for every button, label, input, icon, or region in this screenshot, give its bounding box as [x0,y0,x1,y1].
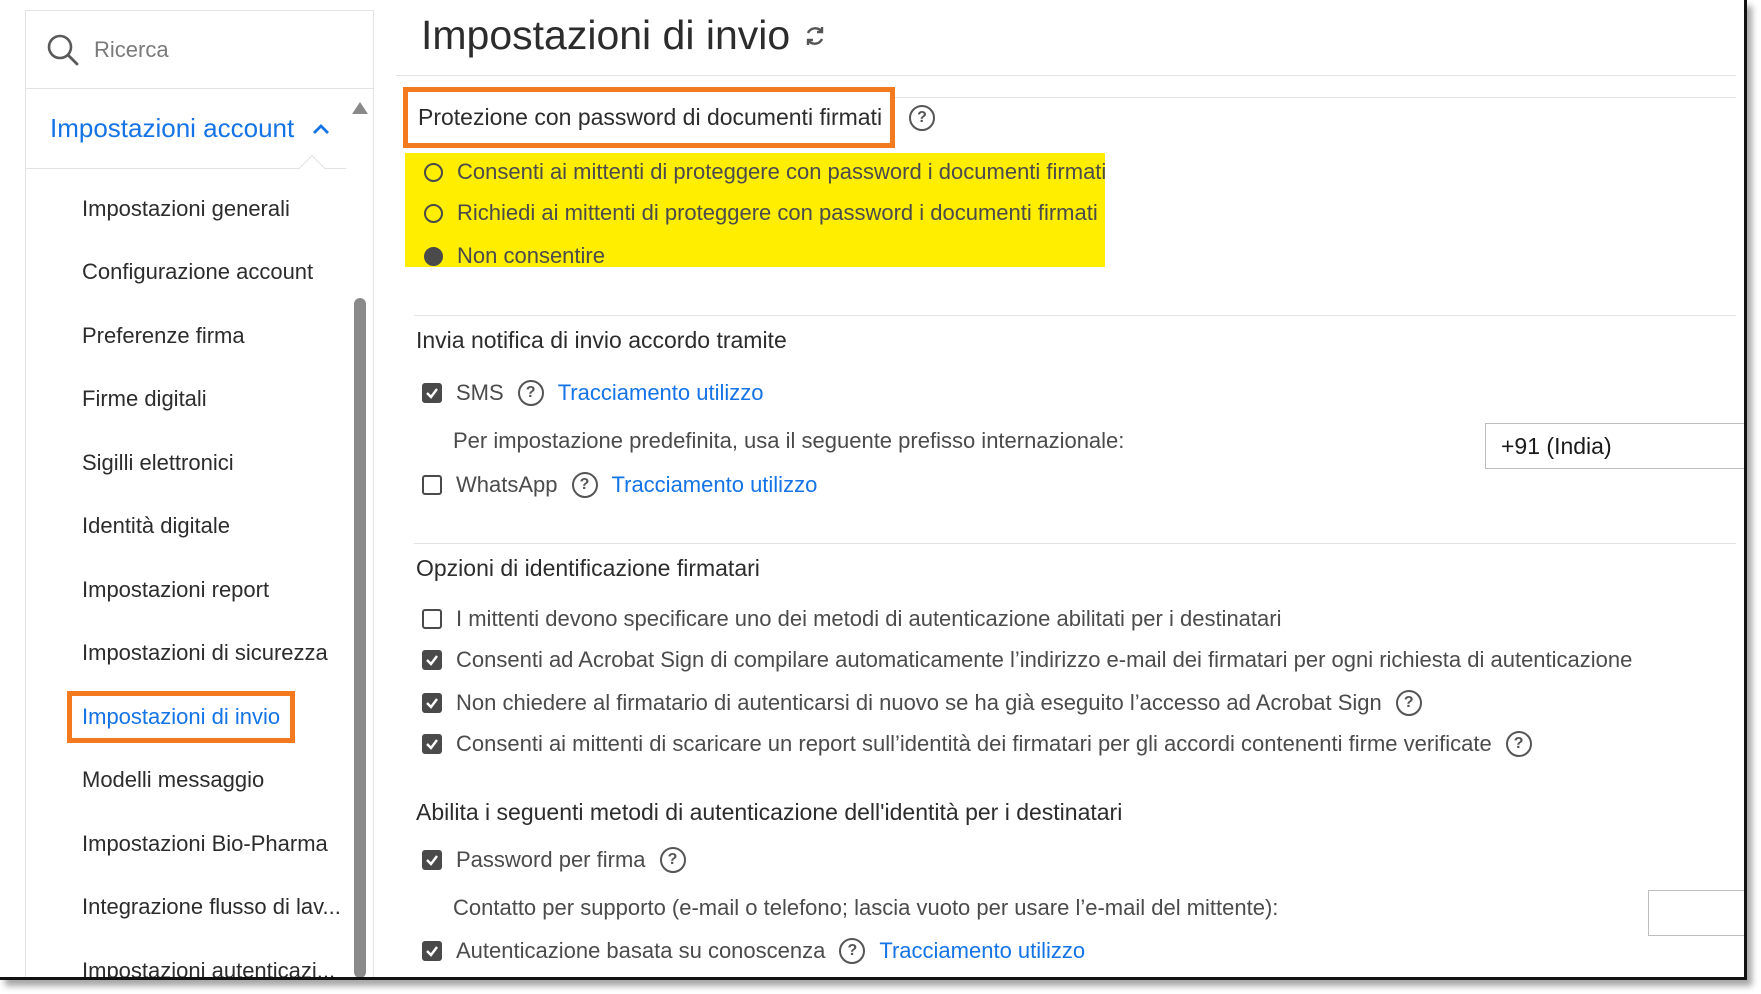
no-reauth-option[interactable]: Non chiedere al firmatario di autenticar… [422,690,1422,716]
auth-methods-heading: Abilita i seguenti metodi di autenticazi… [416,799,1123,825]
password-protection-title: Protezione con password di documenti fir… [403,87,896,148]
checkbox[interactable] [422,734,442,754]
help-icon[interactable]: ? [909,104,936,131]
require-auth-method-option[interactable]: I mittenti devono specificare uno dei me… [422,606,1281,632]
account-settings-header[interactable]: Impostazioni account [26,89,346,184]
checkbox[interactable] [422,850,442,870]
sidebar-item-digital-identity[interactable]: Identità digitale [26,495,373,559]
sidebar-item-account-config[interactable]: Configurazione account [26,241,373,305]
sms-option[interactable]: SMS ? Tracciamento utilizzo [422,380,764,406]
main-content: Impostazioni di invio Protezione con pas… [396,0,1744,977]
whatsapp-checkbox[interactable] [422,475,442,495]
radio-button[interactable] [424,162,443,182]
search-bar[interactable] [26,10,373,89]
search-icon [47,34,79,65]
scroll-up-arrow[interactable] [352,102,368,114]
sidebar-item-bio-pharma[interactable]: Impostazioni Bio-Pharma [26,812,373,876]
help-icon[interactable]: ? [839,938,866,964]
checkmark-icon [426,739,438,750]
radio-button[interactable] [424,203,443,223]
page-title-text: Impostazioni di invio [421,12,791,58]
checkmark-icon [426,946,438,957]
help-icon[interactable]: ? [571,472,598,498]
divider [414,315,1736,316]
whatsapp-option[interactable]: WhatsApp ? Tracciamento utilizzo [422,472,817,498]
password-protection-heading: Protezione con password di documenti fir… [403,87,936,148]
checkmark-icon [426,388,438,399]
sidebar-item-signature-prefs[interactable]: Preferenze firma [26,304,373,368]
checkmark-icon [426,698,438,709]
account-settings-label: Impostazioni account [50,113,295,143]
app-window: Impostazioni account Impostazioni genera… [0,0,1747,980]
kba-option[interactable]: Autenticazione basata su conoscenza ? Tr… [422,938,1085,964]
country-prefix-select[interactable]: +91 (India) [1485,423,1744,469]
sms-usage-tracking-link[interactable]: Tracciamento utilizzo [558,380,764,406]
sidebar-item-digital-signatures[interactable]: Firme digitali [26,368,373,432]
sidebar-item-report-settings[interactable]: Impostazioni report [26,558,373,622]
checkmark-icon [426,655,438,666]
sidebar-item-general[interactable]: Impostazioni generali [26,177,373,241]
checkmark-icon [426,855,438,866]
sidebar-nav: Impostazioni generali Configurazione acc… [26,169,373,977]
sidebar-item-workflow-integration[interactable]: Integrazione flusso di lav... [26,876,373,940]
sidebar-item-security[interactable]: Impostazioni di sicurezza [26,622,373,686]
radio-do-not-allow[interactable]: Non consentire [424,243,605,269]
radio-allow-password[interactable]: Consenti ai mittenti di proteggere con p… [424,159,1106,185]
kba-usage-tracking-link[interactable]: Tracciamento utilizzo [879,938,1085,964]
checkbox[interactable] [422,650,442,670]
help-icon[interactable]: ? [1395,690,1422,716]
support-contact-label: Contatto per supporto (e-mail o telefono… [453,895,1279,920]
divider [414,543,1736,544]
sidebar-item-authentication[interactable]: Impostazioni autenticazi... [26,939,373,977]
sidebar: Impostazioni account Impostazioni genera… [25,10,374,977]
help-icon[interactable]: ? [517,380,544,406]
help-icon[interactable]: ? [659,847,686,873]
signer-identification-heading: Opzioni di identificazione firmatari [416,555,760,581]
refresh-icon[interactable] [802,23,828,49]
whatsapp-usage-tracking-link[interactable]: Tracciamento utilizzo [612,472,818,498]
notification-heading: Invia notifica di invio accordo tramite [416,327,787,353]
sms-checkbox[interactable] [422,383,442,403]
chevron-up-icon [313,123,330,134]
divider [396,75,1736,76]
checkbox[interactable] [422,609,442,629]
support-contact-field[interactable] [1648,890,1744,936]
help-icon[interactable]: ? [1505,731,1532,757]
identity-report-option[interactable]: Consenti ai mittenti di scaricare un rep… [422,731,1532,757]
autofill-email-option[interactable]: Consenti ad Acrobat Sign di compilare au… [422,647,1632,673]
page-title: Impostazioni di invio [421,12,828,59]
radio-button-selected[interactable] [424,246,443,266]
checkbox[interactable] [422,941,442,961]
search-input[interactable] [94,36,344,63]
sidebar-item-electronic-seals[interactable]: Sigilli elettronici [26,431,373,495]
sidebar-scrollbar[interactable] [354,298,366,977]
signing-password-option[interactable]: Password per firma ? [422,847,686,873]
sidebar-item-send-settings[interactable]: Impostazioni di invio [26,685,373,749]
sidebar-item-message-templates[interactable]: Modelli messaggio [26,749,373,813]
checkbox[interactable] [422,693,442,713]
prefix-label: Per impostazione predefinita, usa il seg… [453,428,1125,453]
radio-require-password[interactable]: Richiedi ai mittenti di proteggere con p… [424,200,1098,226]
